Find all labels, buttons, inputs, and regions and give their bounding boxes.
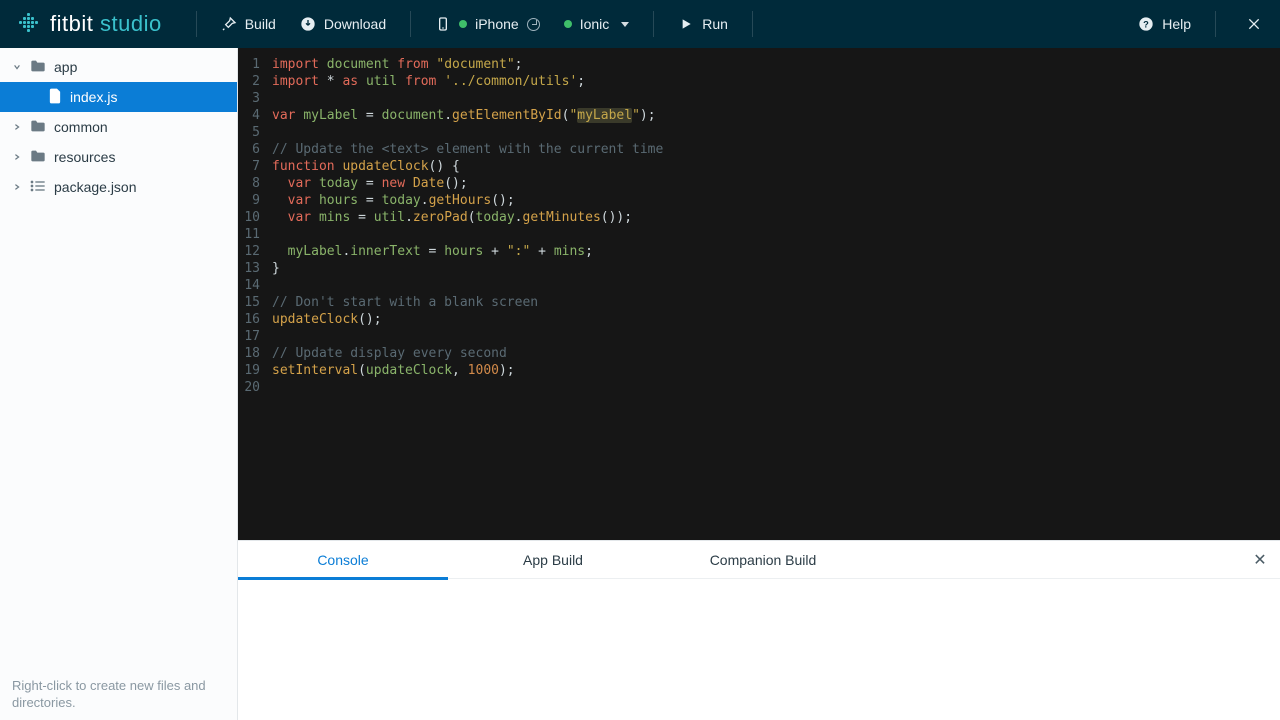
file-tree: app index.js common resources package.json [0, 48, 237, 667]
chevron-right-icon [12, 183, 22, 191]
list-icon [30, 179, 46, 196]
run-button[interactable]: Run [666, 0, 740, 48]
divider [752, 11, 753, 37]
code-editor[interactable]: 1234567891011121314151617181920 import d… [238, 48, 1280, 540]
download-label: Download [324, 16, 386, 32]
folder-item[interactable]: resources [0, 142, 237, 172]
play-icon [678, 16, 694, 32]
panel-tabs: ConsoleApp BuildCompanion Build ✕ [238, 541, 1280, 579]
status-dot-icon [459, 20, 467, 28]
svg-text:?: ? [1143, 19, 1149, 29]
chevron-right-icon [12, 153, 22, 161]
folder-icon [30, 119, 46, 136]
panel-tab[interactable]: Companion Build [658, 541, 868, 579]
chevron-down-icon [12, 63, 22, 71]
sidebar: app index.js common resources package.json R… [0, 48, 238, 720]
chevron-right-icon [12, 123, 22, 131]
tree-item-label: resources [54, 149, 115, 165]
divider [653, 11, 654, 37]
watch-label: Ionic [580, 16, 610, 32]
sidebar-hint: Right-click to create new files and dire… [0, 667, 237, 720]
close-button[interactable] [1228, 0, 1280, 48]
code-content: import document from "document";import *… [266, 48, 663, 540]
folder-icon [30, 59, 46, 76]
folder-item[interactable]: app [0, 52, 237, 82]
topbar: fitbit studio Build Download iPhone Ioni… [0, 0, 1280, 48]
folder-icon [30, 149, 46, 166]
chevron-down-icon [621, 22, 629, 27]
phone-icon [435, 16, 451, 32]
tree-item-label: app [54, 59, 77, 75]
phone-selector[interactable]: iPhone [423, 0, 552, 48]
tree-item-label: index.js [70, 89, 117, 105]
line-gutter: 1234567891011121314151617181920 [238, 48, 266, 540]
tree-item-label: package.json [54, 179, 137, 195]
folder-item[interactable]: package.json [0, 172, 237, 202]
help-label: Help [1162, 16, 1191, 32]
panel-body [238, 579, 1280, 720]
help-button[interactable]: ? Help [1126, 0, 1203, 48]
brand-logo: fitbit studio [0, 11, 184, 37]
close-icon [1246, 16, 1262, 32]
divider [196, 11, 197, 37]
tree-item-label: common [54, 119, 108, 135]
download-button[interactable]: Download [288, 0, 398, 48]
brand-text: fitbit studio [50, 11, 162, 37]
build-label: Build [245, 16, 276, 32]
divider [1215, 11, 1216, 37]
build-icon [221, 16, 237, 32]
folder-item[interactable]: common [0, 112, 237, 142]
watch-selector[interactable]: Ionic [552, 0, 642, 48]
panel-close-button[interactable]: ✕ [1240, 550, 1280, 570]
brand-icon [18, 13, 40, 35]
phone-label: iPhone [475, 16, 519, 32]
panel-tab[interactable]: Console [238, 541, 448, 579]
file-item[interactable]: index.js [0, 82, 237, 112]
help-icon: ? [1138, 16, 1154, 32]
file-icon [48, 88, 62, 107]
status-dot-icon [564, 20, 572, 28]
build-button[interactable]: Build [209, 0, 288, 48]
divider [410, 11, 411, 37]
panel-tab[interactable]: App Build [448, 541, 658, 579]
clock-icon [527, 18, 540, 31]
bottom-panel: ConsoleApp BuildCompanion Build ✕ [238, 540, 1280, 720]
download-icon [300, 16, 316, 32]
run-label: Run [702, 16, 728, 32]
